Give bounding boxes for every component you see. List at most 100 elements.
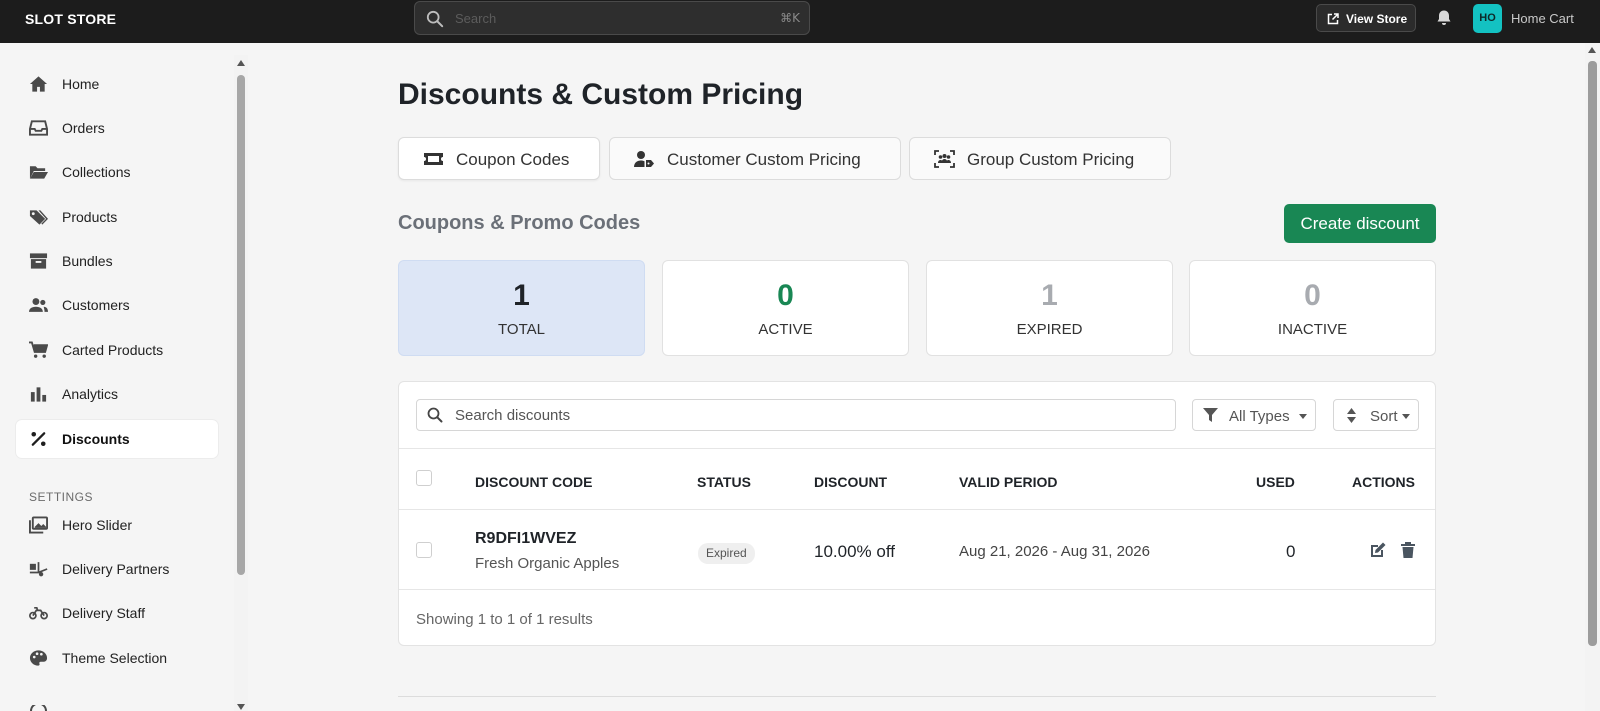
- global-search-placeholder: Search: [455, 11, 497, 26]
- external-link-icon: [1327, 13, 1339, 25]
- discount-product: Fresh Organic Apples: [475, 555, 620, 572]
- motorcycle-icon: [29, 606, 48, 620]
- stat-value: 1: [513, 279, 530, 312]
- stat-card-total: 1 TOTAL: [398, 260, 645, 356]
- sidebar-item-label: Analytics: [62, 386, 119, 402]
- type-filter-dropdown[interactable]: All Types: [1192, 399, 1316, 431]
- main-scrollbar-thumb[interactable]: [1588, 61, 1597, 646]
- sidebar-scrollbar-thumb[interactable]: [237, 75, 245, 575]
- table-header: DISCOUNT CODE STATUS DISCOUNT VALID PERI…: [399, 448, 1435, 510]
- bar-chart-icon: [30, 387, 47, 402]
- sidebar-item-label: Carted Products: [62, 342, 164, 358]
- global-search[interactable]: Search ⌘K: [414, 1, 810, 35]
- select-all-checkbox[interactable]: [416, 470, 432, 486]
- sidebar-item-home[interactable]: Home: [16, 65, 218, 103]
- settings-section-label: SETTINGS: [29, 490, 94, 504]
- stat-card-expired: 1 EXPIRED: [926, 260, 1173, 356]
- stat-label: TOTAL: [498, 321, 545, 338]
- view-store-button[interactable]: View Store: [1316, 4, 1416, 32]
- tab-label: Customer Custom Pricing: [667, 150, 861, 169]
- filter-icon: [1203, 408, 1218, 422]
- inbox-icon: [29, 120, 48, 136]
- tab-label: Coupon Codes: [456, 150, 570, 169]
- sidebar-item-delivery-staff[interactable]: Delivery Staff: [16, 594, 218, 632]
- sidebar-item-carted-products[interactable]: Carted Products: [16, 331, 218, 369]
- sidebar-item-collections[interactable]: Collections: [16, 153, 218, 191]
- section-title: Coupons & Promo Codes: [398, 212, 641, 234]
- pagination-summary: Showing 1 to 1 of 1 results: [416, 611, 593, 628]
- page-title: Discounts & Custom Pricing: [398, 78, 804, 111]
- chevron-down-icon: [1402, 414, 1410, 419]
- percent-icon: [31, 431, 46, 447]
- column-header-discount[interactable]: DISCOUNT: [814, 474, 887, 490]
- main-scrollbar[interactable]: [1585, 43, 1600, 711]
- sidebar-item-products[interactable]: Products: [16, 198, 218, 236]
- tab-group-custom-pricing[interactable]: Group Custom Pricing: [909, 137, 1171, 180]
- palette-icon: [29, 650, 48, 666]
- discount-code: R9DFI1WVEZ: [475, 530, 577, 547]
- sidebar-item-orders[interactable]: Orders: [16, 109, 218, 147]
- sidebar-item-label: Customers: [62, 297, 130, 313]
- sidebar-item-bundles[interactable]: Bundles: [16, 242, 218, 280]
- column-header-valid-period[interactable]: VALID PERIOD: [959, 474, 1058, 490]
- avatar[interactable]: HO: [1473, 4, 1502, 33]
- stat-card-inactive: 0 INACTIVE: [1189, 260, 1436, 356]
- sidebar-item-label: Discounts: [62, 431, 130, 447]
- scroll-down-arrow-icon[interactable]: [237, 704, 245, 710]
- type-filter-label: All Types: [1229, 408, 1290, 425]
- tab-customer-custom-pricing[interactable]: Customer Custom Pricing: [609, 137, 901, 180]
- scroll-up-arrow-icon[interactable]: [1588, 47, 1596, 53]
- view-store-label: View Store: [1346, 12, 1408, 26]
- cart-icon: [29, 341, 48, 358]
- edit-icon[interactable]: [1369, 541, 1387, 559]
- stat-value: 0: [777, 279, 794, 312]
- images-icon: [29, 516, 48, 534]
- stat-label: EXPIRED: [1016, 321, 1083, 338]
- column-header-actions: ACTIONS: [1352, 474, 1415, 490]
- create-discount-button[interactable]: Create discount: [1284, 204, 1436, 243]
- section-divider: [398, 696, 1436, 697]
- notification-bell-icon[interactable]: [1435, 9, 1453, 27]
- top-bar: SLOT STORE Search ⌘K View Store HO Home …: [0, 0, 1600, 43]
- column-header-used[interactable]: USED: [1256, 474, 1295, 490]
- stat-card-active: 0 ACTIVE: [662, 260, 909, 356]
- stat-label: ACTIVE: [758, 321, 813, 338]
- sidebar-item-discounts[interactable]: Discounts: [16, 420, 218, 458]
- sidebar-item-customers[interactable]: Customers: [16, 286, 218, 324]
- sidebar-item-label: Hero Slider: [62, 517, 133, 533]
- folder-open-icon: [29, 166, 48, 179]
- sidebar-item-label: Delivery Staff: [62, 605, 145, 621]
- user-tag-icon: [634, 151, 654, 167]
- store-name[interactable]: Home Cart: [1511, 11, 1574, 26]
- sidebar-item-delivery-partners[interactable]: Delivery Partners: [16, 550, 218, 588]
- group-scan-icon: [934, 150, 955, 168]
- discount-amount: 10.00% off: [814, 542, 895, 561]
- chevron-down-icon: [1299, 414, 1307, 419]
- sort-dropdown[interactable]: Sort: [1333, 399, 1419, 431]
- sidebar-item-analytics[interactable]: Analytics: [16, 375, 218, 413]
- sidebar-item-label: Collections: [62, 164, 131, 180]
- column-header-status[interactable]: STATUS: [697, 474, 751, 490]
- search-shortcut-hint: ⌘K: [780, 11, 800, 25]
- sidebar-item-theme-selection[interactable]: Theme Selection: [16, 639, 218, 677]
- scroll-up-arrow-icon[interactable]: [237, 60, 245, 66]
- valid-period: Aug 21, 2026 - Aug 31, 2026: [959, 543, 1150, 560]
- sidebar-item-label: Home: [62, 76, 100, 92]
- delete-icon[interactable]: [1399, 541, 1417, 559]
- tab-coupon-codes[interactable]: Coupon Codes: [398, 137, 600, 180]
- column-header-discount-code[interactable]: DISCOUNT CODE: [475, 474, 592, 490]
- ticket-icon: [424, 153, 443, 165]
- sidebar-item-label: Orders: [62, 120, 105, 136]
- brand-logo[interactable]: SLOT STORE: [25, 11, 116, 27]
- tab-label: Group Custom Pricing: [967, 150, 1135, 169]
- sidebar-item-hero-slider[interactable]: Hero Slider: [16, 506, 218, 544]
- sort-label: Sort: [1370, 408, 1398, 425]
- discount-search-input[interactable]: [455, 400, 1155, 430]
- archive-box-icon: [29, 253, 48, 269]
- sidebar-item-label: Bundles: [62, 253, 113, 269]
- sidebar-item-label: Delivery Partners: [62, 561, 170, 577]
- row-select-checkbox[interactable]: [416, 542, 432, 558]
- discount-search-box: [416, 399, 1176, 431]
- sidebar-scrollbar[interactable]: [234, 55, 248, 711]
- sort-icon: [1347, 408, 1356, 423]
